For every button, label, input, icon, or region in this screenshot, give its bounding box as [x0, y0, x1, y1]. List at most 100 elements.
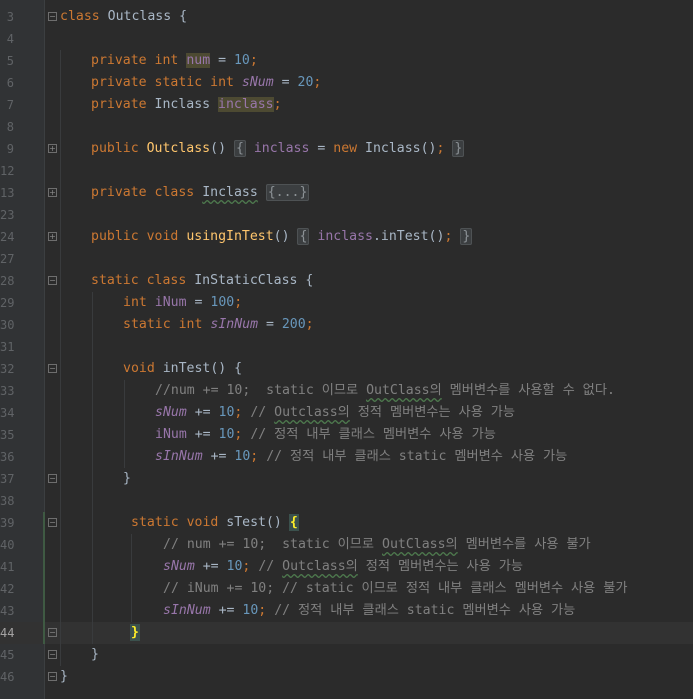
indent-guide [131, 534, 132, 556]
operator: += [210, 603, 243, 618]
comment: //num += 10; static 이므로 OutClass의 멤버변수를 … [155, 380, 615, 402]
comment-text: //num += 10; static 이므로 [155, 383, 367, 398]
line-number: 32 [0, 362, 15, 376]
fold-expand-icon[interactable]: + [48, 232, 57, 241]
code-line[interactable]: 35 iNum += 10; // 정적 내부 클래스 멤버변수 사용 가능 [0, 424, 693, 446]
keyword: public [91, 141, 139, 156]
code-line[interactable]: 31 [0, 336, 693, 358]
code-line[interactable]: 38 [0, 490, 693, 512]
indent-guide [92, 490, 93, 512]
code-text: sInNum += 10; // 정적 내부 클래스 static 멤버변수 사… [163, 600, 575, 622]
code-line[interactable]: 27 [0, 248, 693, 270]
indent-guide [60, 292, 61, 314]
keyword: int [178, 317, 203, 332]
code-line-current[interactable]: 44 − } [0, 622, 693, 644]
code-line[interactable]: 6 private static int sNum = 20; [0, 72, 693, 94]
fold-end-icon[interactable]: − [48, 628, 57, 637]
code-line[interactable]: 24 + public void usingInTest() { inclass… [0, 226, 693, 248]
indent-guide [92, 358, 93, 380]
number-literal: 10 [233, 53, 250, 68]
keyword: int [154, 53, 179, 68]
folded-brace[interactable]: { [233, 140, 246, 157]
code-line[interactable]: 45 − } [0, 644, 693, 666]
vcs-change-marker[interactable] [43, 512, 45, 644]
comment-text: // [250, 405, 275, 420]
fold-expand-icon[interactable]: + [48, 144, 57, 153]
keyword: int [123, 295, 147, 310]
code-line[interactable]: 13 + private class Inclass {...} [0, 182, 693, 204]
fold-end-icon[interactable]: − [48, 672, 57, 681]
folded-block[interactable]: {...} [265, 184, 310, 201]
line-number: 34 [0, 406, 15, 420]
keyword: void [186, 515, 219, 530]
indent-guide [92, 314, 93, 336]
code-line[interactable]: 5 private int num = 10; [0, 50, 693, 72]
indent-guide [60, 424, 61, 446]
code-line[interactable]: 42 // iNum += 10; // static 이므로 정적 내부 클래… [0, 578, 693, 600]
operator: = [273, 75, 298, 90]
method-name: usingInTest [186, 229, 274, 244]
keyword: int [210, 75, 234, 90]
operator: = [309, 141, 334, 156]
keyword: static [123, 317, 171, 332]
indent-guide [60, 622, 61, 644]
code-line[interactable]: 34 sNum += 10; // Outclass의 정적 멤버변수는 사용 … [0, 402, 693, 424]
code-text: static class InStaticClass { [91, 270, 313, 292]
indent-guide [60, 204, 61, 226]
fold-collapse-icon[interactable]: − [48, 12, 57, 21]
number-literal: 10 [234, 449, 251, 464]
code-text: static int sInNum = 200; [123, 314, 314, 336]
code-line[interactable]: 40 // num += 10; static 이므로 OutClass의 멤버… [0, 534, 693, 556]
number-literal: 10 [242, 603, 259, 618]
code-line[interactable]: 8 [0, 116, 693, 138]
indent-guide [92, 380, 93, 402]
fold-end-icon[interactable]: − [48, 474, 57, 483]
fold-collapse-icon[interactable]: − [48, 364, 57, 373]
line-number: 36 [0, 450, 15, 464]
code-line[interactable]: 36 sInNum += 10; // 정적 내부 클래스 static 멤버변… [0, 446, 693, 468]
code-line[interactable]: 41 sNum += 10; // Outclass의 정적 멤버변수는 사용 … [0, 556, 693, 578]
folded-brace[interactable]: { [297, 228, 310, 245]
code-line[interactable]: 39 − static void sTest() { [0, 512, 693, 534]
fold-collapse-icon[interactable]: − [48, 276, 57, 285]
folded-brace[interactable]: } [452, 140, 465, 157]
code-editor[interactable]: 3 − class Outclass { 4 5 private int num… [0, 0, 693, 699]
line-number: 30 [0, 318, 15, 332]
code-line[interactable]: 32 − void inTest() { [0, 358, 693, 380]
code-line[interactable]: 9 + public Outclass() { inclass = new In… [0, 138, 693, 160]
code-text: public void usingInTest() { inclass.inTe… [91, 226, 473, 248]
code-line[interactable]: 43 sInNum += 10; // 정적 내부 클래스 static 멤버변… [0, 600, 693, 622]
keyword: private [91, 53, 147, 68]
code-line[interactable]: 29 int iNum = 100; [0, 292, 693, 314]
number-literal: 10 [226, 559, 243, 574]
indent-guide [60, 72, 61, 94]
code-text: sNum += 10; // Outclass의 정적 멤버변수는 사용 가능 [163, 556, 523, 578]
text-caret [138, 624, 140, 640]
code-text: } [123, 471, 131, 486]
method-call: .inTest() [372, 229, 445, 244]
indent-guide [92, 512, 93, 534]
code-line[interactable]: 37 − } [0, 468, 693, 490]
keyword: class [60, 9, 100, 24]
code-line[interactable]: 30 static int sInNum = 200; [0, 314, 693, 336]
line-number: 44 [0, 626, 15, 640]
field-num: num [186, 53, 211, 68]
line-number: 37 [0, 472, 15, 486]
folded-brace[interactable]: } [460, 228, 473, 245]
code-line[interactable]: 23 [0, 204, 693, 226]
indent-guide [60, 402, 61, 424]
static-field-snum: sNum [163, 559, 195, 574]
code-line[interactable]: 33 //num += 10; static 이므로 OutClass의 멤버변… [0, 380, 693, 402]
code-line[interactable]: 3 − class Outclass { [0, 6, 693, 28]
fold-collapse-icon[interactable]: − [48, 518, 57, 527]
code-line[interactable]: 46 − } [0, 666, 693, 688]
code-text: sNum += 10; // Outclass의 정적 멤버변수는 사용 가능 [155, 402, 515, 424]
code-line[interactable]: 12 [0, 160, 693, 182]
fold-end-icon[interactable]: − [48, 650, 57, 659]
code-line[interactable]: 28 − static class InStaticClass { [0, 270, 693, 292]
fold-expand-icon[interactable]: + [48, 188, 57, 197]
code-line[interactable]: 7 private Inclass inclass; [0, 94, 693, 116]
line-number: 6 [6, 76, 14, 90]
code-line[interactable]: 4 [0, 28, 693, 50]
